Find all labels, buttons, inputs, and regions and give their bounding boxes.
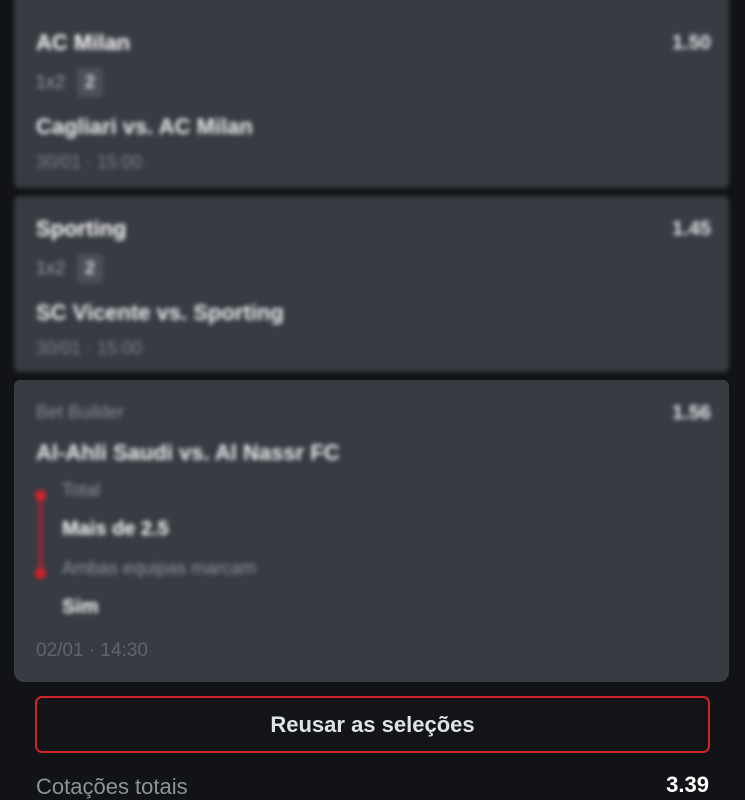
total-odds-label: Cotações totais xyxy=(36,774,188,799)
selection-card[interactable]: AC Milan 1.50 1x2 2 Cagliari vs. AC Mila… xyxy=(14,0,729,188)
selection-odd: 1.45 xyxy=(672,218,711,240)
pick-badge: 2 xyxy=(77,68,104,97)
leg-dot-icon xyxy=(35,568,46,579)
selection-team: AC Milan xyxy=(36,30,131,55)
leg-dot-icon xyxy=(35,490,46,501)
total-odds-value: 3.39 xyxy=(666,772,709,797)
leg-selection: Mais de 2.5 xyxy=(62,518,169,540)
bet-builder-card[interactable]: Bet Builder 1.56 Al-Ahli Saudi vs. Al Na… xyxy=(14,380,729,682)
match-datetime: 30/01 · 15:00 xyxy=(36,152,143,172)
betslip-page: AC Milan 1.50 1x2 2 Cagliari vs. AC Mila… xyxy=(0,0,745,800)
match-name: Al-Ahli Saudi vs. Al Nassr FC xyxy=(36,440,340,465)
legs-connector-line xyxy=(39,496,42,574)
leg-selection: Sim xyxy=(62,596,99,618)
match-name: SC Vicente vs. Sporting xyxy=(36,300,284,325)
selection-card[interactable]: Sporting 1.45 1x2 2 SC Vicente vs. Sport… xyxy=(14,196,729,372)
match-datetime: 30/01 · 15:00 xyxy=(36,338,143,358)
selection-odd: 1.50 xyxy=(672,32,711,54)
leg-market: Total xyxy=(62,480,101,500)
pick-badge: 2 xyxy=(77,254,104,283)
leg-market: Ambas equipas marcam xyxy=(62,558,257,578)
market-row: 1x2 2 xyxy=(36,254,104,283)
market-row: 1x2 2 xyxy=(36,68,104,97)
market-label: 1x2 xyxy=(36,258,66,278)
match-datetime: 02/01 · 14:30 xyxy=(36,640,148,661)
market-label: 1x2 xyxy=(36,72,66,92)
match-name: Cagliari vs. AC Milan xyxy=(36,114,253,139)
bet-builder-odd: 1.56 xyxy=(672,402,711,424)
reuse-selections-button[interactable]: Reusar as seleções xyxy=(35,696,710,753)
bet-builder-label: Bet Builder xyxy=(36,402,125,422)
selection-team: Sporting xyxy=(36,216,127,241)
